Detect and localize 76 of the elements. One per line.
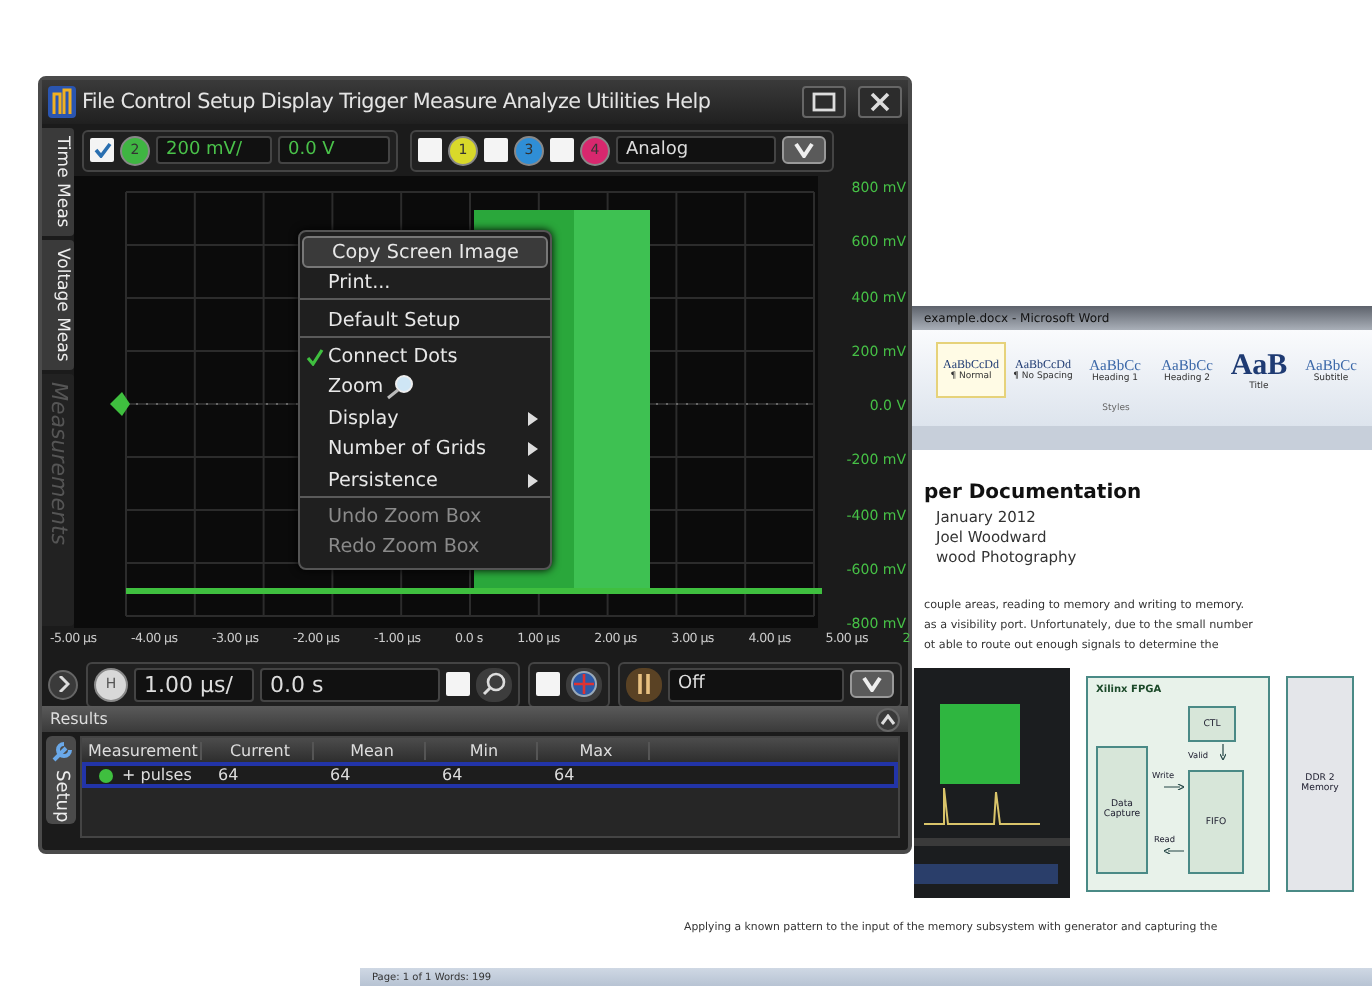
column-header[interactable]: Measurement [82, 741, 202, 759]
table-cell: 64 [554, 766, 575, 784]
mode-field[interactable]: Analog [616, 136, 776, 164]
submenu-arrow-icon [528, 442, 538, 457]
menu-item[interactable]: Control [120, 90, 192, 114]
arrow-icon [1164, 784, 1184, 790]
navigate-button[interactable] [566, 667, 602, 701]
scale-field[interactable]: 200 mV/ [156, 136, 272, 164]
magnifier-icon [482, 672, 506, 696]
menu-item[interactable]: Help [665, 90, 711, 114]
panel-title: Results [50, 710, 108, 728]
close-button[interactable] [858, 86, 902, 118]
checkbox[interactable] [550, 138, 574, 162]
chevron-right-icon [57, 676, 69, 692]
chevron-down-icon [862, 676, 882, 692]
timebase-field[interactable]: 1.00 µs/ [134, 667, 254, 701]
menu-item[interactable]: Persistence [300, 464, 550, 498]
position-field[interactable]: 0.0 s [260, 667, 440, 701]
maximize-icon [812, 92, 836, 112]
magnifier-icon [385, 374, 414, 401]
dropdown-button[interactable] [782, 136, 826, 164]
setup-tab[interactable]: Setup [46, 736, 76, 824]
menu-item[interactable]: File [82, 90, 115, 114]
arrow-icon [1220, 744, 1226, 760]
menu-item[interactable]: Setup [197, 90, 255, 114]
chevron-up-icon [880, 713, 896, 725]
menu-item[interactable]: Display [260, 90, 334, 114]
menu-item[interactable]: Number of Grids [300, 433, 550, 465]
menu-item[interactable]: Zoom [300, 372, 550, 404]
column-header[interactable]: Max [538, 741, 650, 759]
menu-item[interactable]: Measure [412, 90, 497, 114]
expand-button[interactable] [48, 669, 78, 699]
menu-item[interactable]: Trigger [339, 90, 407, 114]
column-header[interactable]: Min [426, 741, 538, 759]
wrench-icon [49, 740, 73, 764]
status-dot-icon [98, 767, 114, 783]
menu-item[interactable]: Display [300, 403, 550, 434]
checkbox[interactable] [484, 138, 508, 162]
arrow-icon [1164, 848, 1184, 854]
checkbox[interactable] [90, 138, 114, 162]
checkbox[interactable] [446, 672, 470, 696]
menu-item[interactable]: Analyze [502, 90, 581, 114]
checkbox[interactable] [536, 672, 560, 696]
checkmark-icon [306, 347, 324, 366]
pause-button[interactable] [626, 667, 662, 701]
table-cell: 64 [218, 766, 239, 784]
document-heading: per Documentation [924, 482, 1144, 504]
crosshair-icon [570, 670, 598, 698]
column-header[interactable]: Mean [314, 741, 426, 759]
table-cell: + pulses [122, 766, 192, 784]
offset-field[interactable]: 0.0 V [278, 136, 390, 164]
pause-icon [636, 674, 652, 694]
menu-item[interactable]: Utilities [586, 90, 660, 114]
maximize-button[interactable] [802, 86, 846, 118]
menu-item[interactable]: Connect Dots [300, 341, 550, 373]
chevron-down-icon [794, 142, 814, 158]
zoom-button[interactable] [476, 667, 512, 701]
menu-item[interactable]: Copy Screen Image [302, 236, 548, 268]
ground-marker-icon [110, 392, 130, 416]
submenu-arrow-icon [528, 473, 538, 488]
side-tab[interactable]: Time Meas [42, 128, 74, 236]
trigger-mode-field[interactable]: Off [668, 667, 844, 701]
submenu-arrow-icon [528, 411, 538, 426]
table-row[interactable]: + pulses 64 64 64 64 [82, 762, 898, 788]
table-cell: 64 [330, 766, 351, 784]
collapse-button[interactable] [876, 707, 900, 731]
checkmark-icon [93, 142, 111, 158]
side-tab[interactable]: Voltage Meas [42, 239, 74, 370]
close-icon [870, 92, 890, 112]
column-header[interactable]: Current [202, 741, 314, 759]
table-cell: 64 [442, 766, 463, 784]
menu-item[interactable]: Default Setup [300, 304, 550, 338]
app-logo-icon [48, 86, 76, 118]
checkbox[interactable] [418, 138, 442, 162]
dropdown-button[interactable] [850, 670, 894, 698]
menu-item[interactable]: Print... [300, 268, 550, 301]
